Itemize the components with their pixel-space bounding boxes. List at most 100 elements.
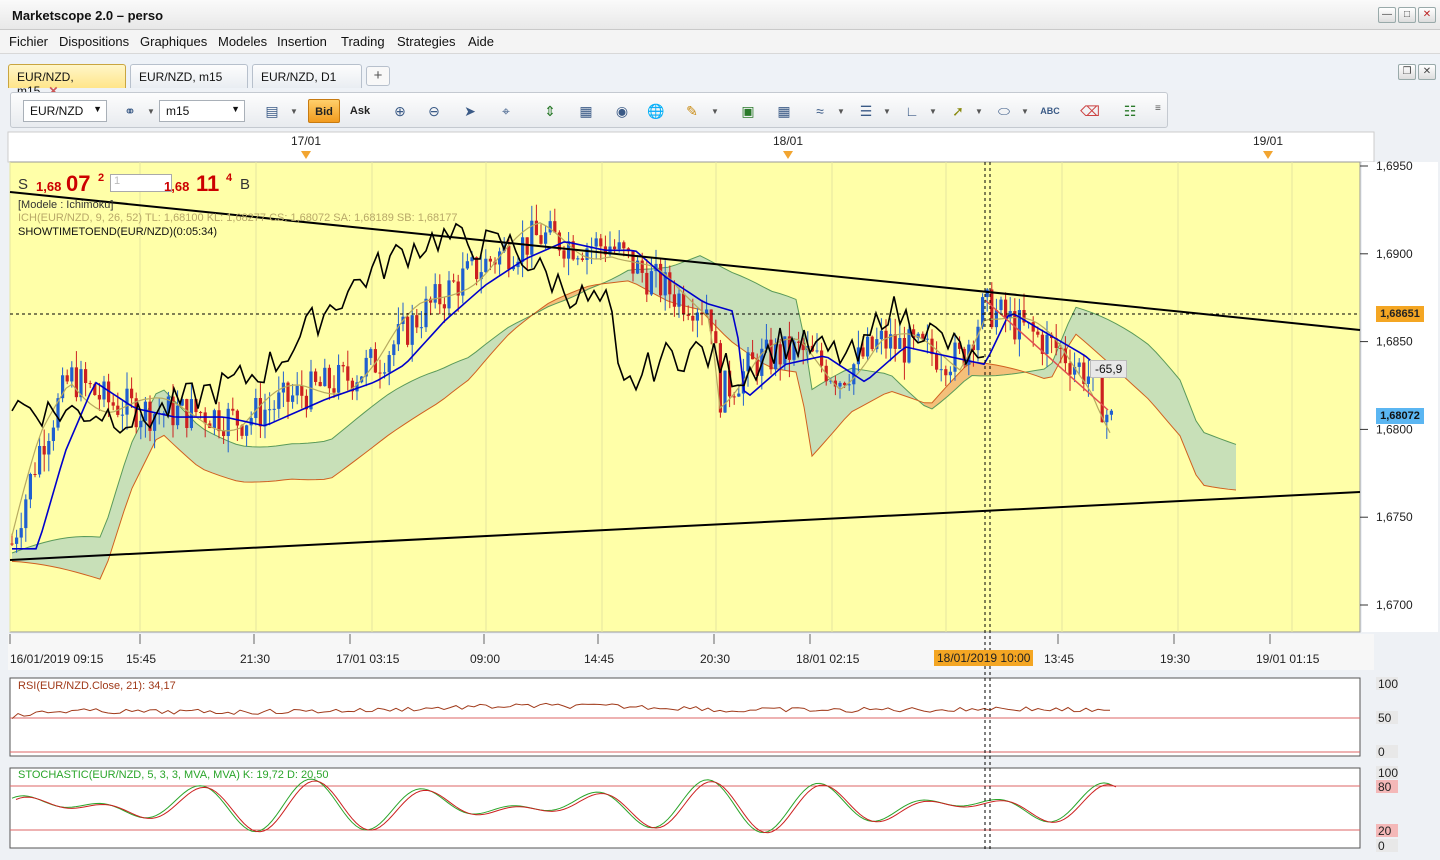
candle-body <box>705 309 709 315</box>
tab-eurnzd-d1[interactable]: EUR/NZD, D1 <box>252 64 362 88</box>
time-tick-label: 20:30 <box>700 652 730 666</box>
candle-body <box>254 397 258 419</box>
candle-body <box>231 408 235 411</box>
kumo-cloud <box>1212 435 1220 489</box>
candle-body <box>539 235 543 244</box>
crosshair-icon[interactable]: ⌖ <box>493 99 519 123</box>
date-flag: 18/01/2019 10:00 <box>934 650 1034 666</box>
chart-properties-icon[interactable]: ▦ <box>573 99 599 123</box>
globe-icon[interactable]: 🌐 <box>643 99 669 123</box>
candle-body <box>594 238 598 247</box>
menu-modeles[interactable]: Modeles <box>218 34 267 49</box>
sell-big[interactable]: 07 <box>66 171 90 197</box>
time-tick-label: 18/01 02:15 <box>796 652 860 666</box>
kumo-cloud <box>268 445 276 482</box>
symbol-select[interactable]: EUR/NZD ▼ <box>23 100 107 122</box>
tab-eurnzd-m15-active[interactable]: EUR/NZD, m15 ✕ <box>8 64 126 98</box>
candle-body <box>42 446 46 455</box>
candle-body <box>203 412 207 424</box>
menu-insertion[interactable]: Insertion <box>277 34 327 49</box>
trendline-icon[interactable]: ➚ <box>945 99 971 123</box>
indicators-icon[interactable]: ≈ <box>807 99 833 123</box>
buy-prefix[interactable]: 1,68 <box>164 179 189 194</box>
kumo-cloud <box>724 268 732 342</box>
sell-prefix[interactable]: 1,68 <box>36 179 61 194</box>
candle-body <box>410 315 414 345</box>
timeframe-select[interactable]: m15 ▼ <box>159 100 245 122</box>
chevron-down-icon[interactable]: ▼ <box>837 107 845 116</box>
chevron-down-icon[interactable]: ▼ <box>711 107 719 116</box>
link-icon[interactable]: ⚭ <box>117 99 143 123</box>
close-chart-icon[interactable]: ✕ <box>1418 64 1436 80</box>
bid-button[interactable]: Bid <box>308 99 340 123</box>
menu-trading[interactable]: Trading <box>341 34 385 49</box>
candle-body <box>838 382 842 387</box>
candle-body <box>378 372 382 374</box>
close-icon[interactable]: ✕ <box>1418 7 1436 23</box>
time-tick-label: 16/01/2019 09:15 <box>10 652 104 666</box>
cursor-icon[interactable]: ➤ <box>457 99 483 123</box>
menu-dispositions[interactable]: Dispositions <box>59 34 129 49</box>
menu-graphiques[interactable]: Graphiques <box>140 34 207 49</box>
image-icon[interactable]: ▣ <box>735 99 761 123</box>
chart-type-icon[interactable]: ▤ <box>259 99 285 123</box>
showtime-label: SHOWTIMETOEND(EUR/NZD)(0:05:34) <box>18 226 218 238</box>
shape-icon[interactable]: ⬭ <box>991 99 1017 123</box>
menu-aide[interactable]: Aide <box>468 34 494 49</box>
chevron-down-icon[interactable]: ▼ <box>883 107 891 116</box>
candle-body <box>314 371 318 382</box>
candle-body <box>866 336 870 357</box>
time-tick-label: 19/01 01:15 <box>1256 652 1320 666</box>
rsi-panel <box>9 677 1361 757</box>
candle-body <box>341 364 345 367</box>
time-tick-label: 19:30 <box>1160 652 1190 666</box>
maximize-icon[interactable]: □ <box>1398 7 1416 23</box>
candle-body <box>47 441 51 455</box>
eraser-icon[interactable]: ⌫ <box>1077 99 1103 123</box>
candle-body <box>318 381 322 387</box>
tab-eurnzd-m15[interactable]: EUR/NZD, m15 <box>130 64 248 88</box>
candle-body <box>622 242 626 249</box>
eye-icon[interactable]: ◉ <box>609 99 635 123</box>
chevron-down-icon[interactable]: ▼ <box>147 107 155 116</box>
rsi-axis-label: 50 <box>1378 711 1392 725</box>
menu-strategies[interactable]: Strategies <box>397 34 456 49</box>
rsi-axis-label: 0 <box>1378 745 1385 759</box>
candle-body <box>263 409 267 427</box>
amount-input[interactable]: 1 <box>110 174 172 192</box>
chevron-down-icon[interactable]: ▼ <box>290 107 298 116</box>
hierarchy-icon[interactable]: ☷ <box>1117 99 1143 123</box>
candle-body <box>778 344 782 365</box>
candle-body <box>277 392 281 409</box>
chevron-down-icon[interactable]: ▼ <box>929 107 937 116</box>
chevron-down-icon[interactable]: ▼ <box>975 107 983 116</box>
restore-chart-icon[interactable]: ❐ <box>1398 64 1416 80</box>
sell-label[interactable]: S <box>18 176 28 193</box>
zoom-out-icon[interactable]: ⊖ <box>421 99 447 123</box>
zoom-in-icon[interactable]: ⊕ <box>387 99 413 123</box>
price-tick-label: 1,6900 <box>1376 247 1413 261</box>
template-icon[interactable]: ▦ <box>771 99 797 123</box>
kumo-cloud <box>396 385 404 430</box>
text-tool-icon[interactable]: ABC <box>1037 99 1063 123</box>
ask-button[interactable]: Ask <box>344 99 376 123</box>
chart-canvas[interactable]: 17/01 18/01 19/01 1,69501,69001,68501,6800… <box>0 130 1440 860</box>
kumo-cloud <box>340 425 348 472</box>
buy-big[interactable]: 11 <box>196 171 219 197</box>
buy-label[interactable]: B <box>240 176 250 193</box>
overflow-icon[interactable]: ≡ <box>1155 103 1161 114</box>
lines-icon[interactable]: ☰ <box>853 99 879 123</box>
add-tab-button[interactable]: + <box>366 66 390 86</box>
kumo-cloud <box>716 263 724 335</box>
minimize-icon[interactable]: — <box>1378 7 1396 23</box>
ruler-icon[interactable]: ✎ <box>679 99 705 123</box>
candle-body <box>1105 414 1109 423</box>
kumo-cloud <box>1132 333 1140 392</box>
current-price-tag: 1,68072 <box>1376 408 1424 424</box>
fibonacci-icon[interactable]: ∟ <box>899 99 925 123</box>
kumo-cloud <box>300 443 308 480</box>
chevron-down-icon[interactable]: ▼ <box>1021 107 1029 116</box>
menu-fichier[interactable]: Fichier <box>9 34 48 49</box>
candle-body <box>898 337 902 349</box>
align-icon[interactable]: ⇕ <box>537 99 563 123</box>
